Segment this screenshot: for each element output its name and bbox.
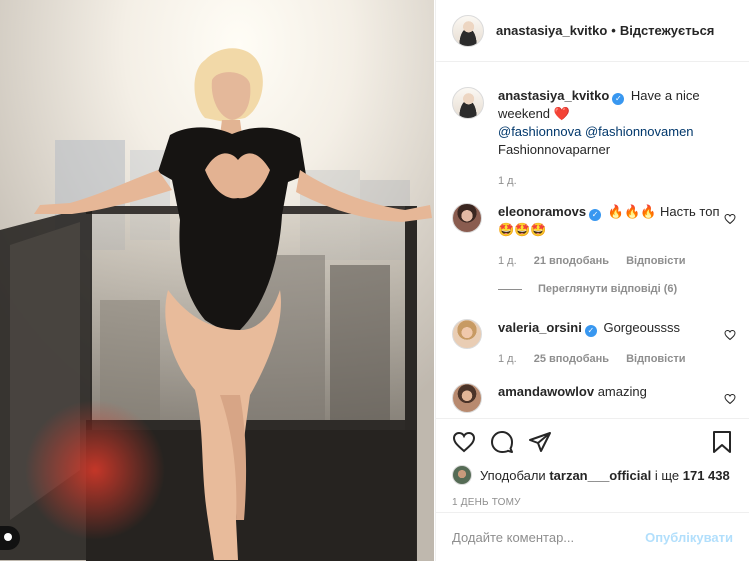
post-timestamp[interactable]: 1 ДЕНЬ ТОМУ	[452, 497, 733, 508]
caption-body: anastasiya_kvitko ✓ Have a nice weekend ❤…	[498, 87, 737, 190]
post-header: anastasiya_kvitko • Відстежується	[436, 0, 749, 62]
comment-text: amazing	[597, 384, 647, 399]
comment-username[interactable]: valeria_orsini	[498, 320, 582, 335]
author-username[interactable]: anastasiya_kvitko	[496, 23, 607, 38]
comment-icon[interactable]	[490, 430, 514, 454]
replies-line	[498, 288, 522, 290]
comment-input[interactable]	[452, 529, 646, 545]
comment-likes[interactable]: 25 вподобань	[534, 353, 609, 365]
comment-meta: 1 д. 21 вподобань Відповісти	[498, 252, 723, 270]
comment-username[interactable]: eleonoramovs	[498, 204, 586, 219]
comment-item: amandawowlov amazing	[452, 383, 737, 413]
paper-plane-icon[interactable]	[528, 430, 552, 454]
caption-author-avatar[interactable]	[452, 87, 484, 119]
liker-avatar[interactable]	[452, 465, 472, 485]
comment-likes[interactable]: 21 вподобань	[534, 255, 609, 267]
heart-emoji: ❤️	[553, 106, 570, 121]
comment-body: valeria_orsini ✓ Gorgeoussss 1 д. 25 впод…	[498, 319, 723, 368]
verified-badge-icon: ✓	[612, 93, 625, 105]
author-avatar[interactable]	[452, 14, 484, 47]
comment-text: Gorgeoussss	[603, 320, 681, 335]
liker-username[interactable]: tarzan___official	[549, 468, 651, 483]
post-photo-illustration	[0, 0, 434, 561]
add-comment-bar: Опублікувати	[436, 512, 749, 561]
likes-text: Уподобали tarzan___official і ще 171 438	[480, 468, 730, 483]
comment-body: eleonoramovs ✓ 🔥🔥🔥 Насть топ 🤩🤩🤩 1 д. 21 …	[498, 203, 723, 270]
reply-button[interactable]: Відповісти	[626, 255, 685, 267]
comment-body: amandawowlov amazing	[498, 383, 723, 413]
view-replies-label: Переглянути відповіді (6)	[538, 283, 678, 295]
comment-like-heart-icon[interactable]	[723, 213, 737, 225]
likes-middle: і ще	[654, 467, 680, 483]
comment-item: eleonoramovs ✓ 🔥🔥🔥 Насть топ 🤩🤩🤩 1 д. 21 …	[452, 203, 737, 270]
caption-meta: 1 д.	[498, 172, 737, 190]
post-photo[interactable]	[0, 0, 434, 561]
mention-fashionnovamen[interactable]: @fashionnovamen	[585, 124, 694, 139]
caption-username[interactable]: anastasiya_kvitko	[498, 88, 609, 103]
post-detail-panel: anastasiya_kvitko • Відстежується anasta…	[435, 0, 749, 561]
comment-like-heart-icon[interactable]	[723, 329, 737, 341]
comment-like-heart-icon[interactable]	[723, 393, 737, 405]
action-buttons-row	[452, 429, 733, 455]
comment-username[interactable]: amandawowlov	[498, 384, 594, 399]
post-comment-button[interactable]: Опублікувати	[645, 530, 733, 545]
reply-button[interactable]: Відповісти	[626, 353, 685, 365]
header-separator: •	[611, 23, 616, 38]
comment-time[interactable]: 1 д.	[498, 353, 517, 365]
likes-count[interactable]: 171 438	[683, 468, 730, 483]
post-actions: Уподобали tarzan___official і ще 171 438…	[436, 418, 749, 508]
likes-prefix: Уподобали	[480, 467, 546, 483]
verified-badge-icon: ✓	[589, 209, 602, 221]
bookmark-icon[interactable]	[711, 430, 733, 454]
commenter-avatar[interactable]	[452, 203, 482, 233]
view-replies-button[interactable]: Переглянути відповіді (6)	[498, 283, 677, 295]
mention-fashionnova[interactable]: @fashionnova	[498, 124, 581, 139]
caption-text-2: Fashionnovaparner	[498, 142, 611, 157]
following-button[interactable]: Відстежується	[620, 23, 715, 38]
post-caption: anastasiya_kvitko ✓ Have a nice weekend ❤…	[452, 87, 737, 190]
comment-meta: 1 д. 25 вподобань Відповісти	[498, 350, 723, 368]
comment-item: valeria_orsini ✓ Gorgeoussss 1 д. 25 впод…	[452, 319, 737, 368]
comment-time[interactable]: 1 д.	[498, 255, 517, 267]
comments-section[interactable]: anastasiya_kvitko ✓ Have a nice weekend ❤…	[436, 63, 749, 417]
heart-icon[interactable]	[452, 430, 476, 454]
caption-time[interactable]: 1 д.	[498, 175, 517, 187]
commenter-avatar[interactable]	[452, 383, 482, 413]
verified-badge-icon: ✓	[584, 325, 597, 337]
commenter-avatar[interactable]	[452, 319, 482, 349]
likes-summary: Уподобали tarzan___official і ще 171 438	[452, 465, 733, 485]
